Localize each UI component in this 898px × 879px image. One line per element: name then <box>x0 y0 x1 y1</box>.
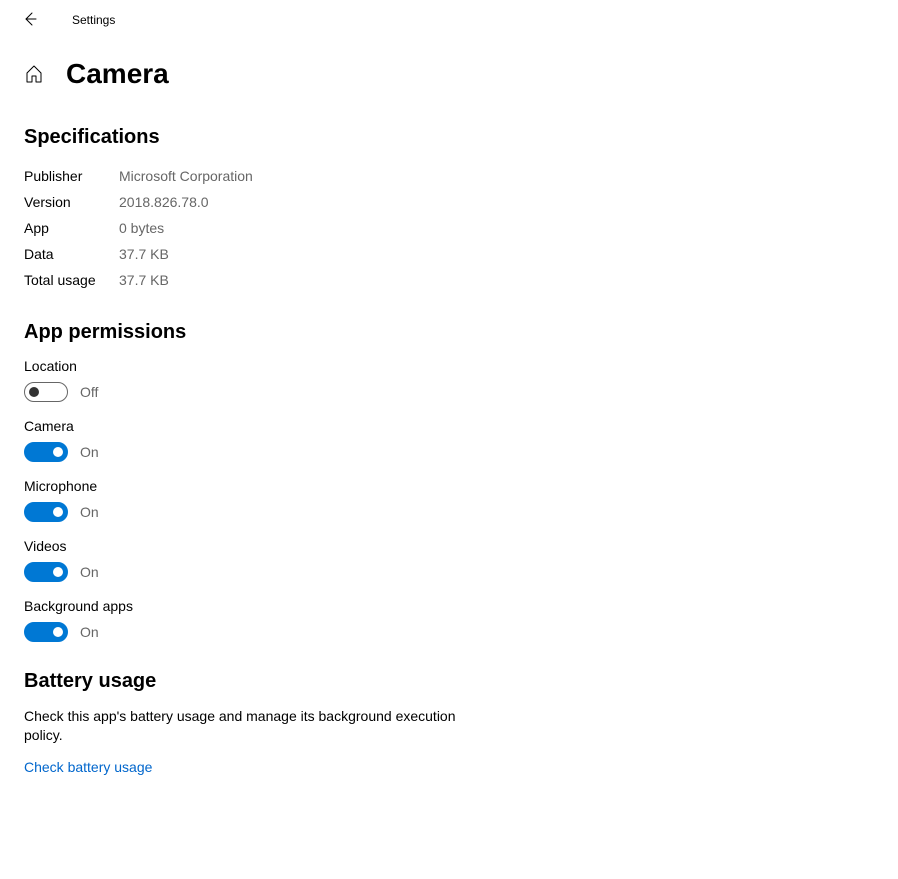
back-button[interactable] <box>16 5 44 36</box>
microphone-toggle[interactable] <box>24 502 68 522</box>
spec-value: Microsoft Corporation <box>119 163 253 189</box>
toggle-state-label: On <box>80 504 99 520</box>
permission-label: Camera <box>24 418 874 434</box>
spec-label: App <box>24 215 119 241</box>
permission-label: Videos <box>24 538 874 554</box>
toggle-thumb <box>53 627 63 637</box>
header-app-title: Settings <box>72 13 115 27</box>
permission-microphone: Microphone On <box>24 478 874 522</box>
spec-row: Publisher Microsoft Corporation <box>24 163 253 189</box>
location-toggle[interactable] <box>24 382 68 402</box>
toggle-state-label: On <box>80 624 99 640</box>
battery-usage-heading: Battery usage <box>24 670 874 693</box>
permission-label: Microphone <box>24 478 874 494</box>
content-area: Specifications Publisher Microsoft Corpo… <box>0 126 898 775</box>
toggle-thumb <box>53 507 63 517</box>
camera-toggle[interactable] <box>24 442 68 462</box>
permission-location: Location Off <box>24 358 874 402</box>
spec-row: Total usage 37.7 KB <box>24 267 253 293</box>
header-bar: Settings <box>0 0 898 40</box>
videos-toggle[interactable] <box>24 562 68 582</box>
back-arrow-icon <box>22 11 38 30</box>
toggle-state-label: Off <box>80 384 98 400</box>
spec-row: App 0 bytes <box>24 215 253 241</box>
spec-value: 37.7 KB <box>119 241 253 267</box>
toggle-state-label: On <box>80 564 99 580</box>
home-icon[interactable] <box>24 64 44 84</box>
permission-background-apps: Background apps On <box>24 598 874 642</box>
toggle-state-label: On <box>80 444 99 460</box>
background-apps-toggle[interactable] <box>24 622 68 642</box>
spec-value: 37.7 KB <box>119 267 253 293</box>
spec-label: Version <box>24 189 119 215</box>
app-permissions-heading: App permissions <box>24 321 874 344</box>
page-title: Camera <box>66 58 169 90</box>
specifications-table: Publisher Microsoft Corporation Version … <box>24 163 253 293</box>
permission-videos: Videos On <box>24 538 874 582</box>
permission-label: Location <box>24 358 874 374</box>
toggle-thumb <box>53 567 63 577</box>
specifications-heading: Specifications <box>24 126 874 149</box>
spec-row: Data 37.7 KB <box>24 241 253 267</box>
spec-value: 2018.826.78.0 <box>119 189 253 215</box>
toggle-row: On <box>24 442 874 462</box>
toggle-thumb <box>29 387 39 397</box>
battery-usage-description: Check this app's battery usage and manag… <box>24 707 464 745</box>
spec-label: Data <box>24 241 119 267</box>
check-battery-usage-link[interactable]: Check battery usage <box>24 759 152 775</box>
spec-label: Total usage <box>24 267 119 293</box>
toggle-row: On <box>24 562 874 582</box>
spec-row: Version 2018.826.78.0 <box>24 189 253 215</box>
spec-label: Publisher <box>24 163 119 189</box>
page-title-row: Camera <box>0 40 898 98</box>
toggle-row: Off <box>24 382 874 402</box>
toggle-thumb <box>53 447 63 457</box>
toggle-row: On <box>24 622 874 642</box>
toggle-row: On <box>24 502 874 522</box>
spec-value: 0 bytes <box>119 215 253 241</box>
permission-camera: Camera On <box>24 418 874 462</box>
permission-label: Background apps <box>24 598 874 614</box>
